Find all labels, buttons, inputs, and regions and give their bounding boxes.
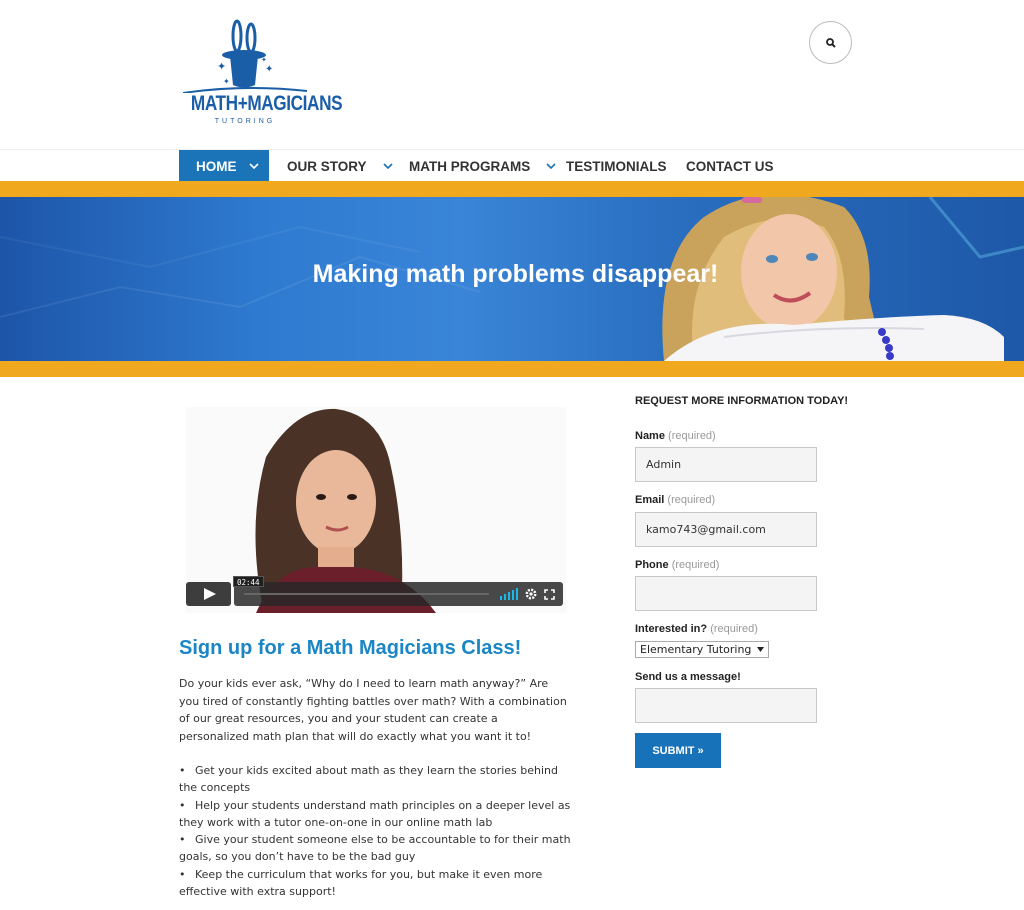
article-title: Sign up for a Math Magicians Class! — [179, 637, 522, 659]
nav-item-contact-us[interactable]: CONTACT US — [686, 150, 774, 182]
list-item-text: Help your students understand math princ… — [179, 798, 571, 829]
dropdown-arrow-icon — [757, 647, 764, 652]
play-button[interactable] — [186, 582, 231, 606]
list-item: • Get your kids excited about math as the… — [179, 764, 559, 795]
required-text: (required) — [668, 430, 716, 442]
nav-item-math-programs[interactable]: MATH PROGRAMS — [409, 150, 556, 182]
phone-field[interactable] — [635, 576, 817, 611]
benefits-list: • Get your kids excited about math as the… — [179, 762, 571, 900]
form-title: REQUEST MORE INFORMATION TODAY! — [635, 395, 849, 407]
svg-text:✦: ✦ — [261, 56, 267, 64]
nav-item-testimonials[interactable]: TESTIMONIALS — [566, 150, 667, 182]
interest-label: Interested in? (required) — [635, 623, 758, 635]
list-item-text: Get your kids excited about math as they… — [179, 764, 559, 795]
search-icon — [825, 37, 836, 48]
interest-label-text: Interested in? — [635, 623, 708, 635]
settings-gear-icon[interactable] — [525, 588, 537, 600]
logo-subtext: TUTORING — [214, 118, 276, 125]
article-paragraph: Do your kids ever ask, “Why do I need to… — [179, 677, 567, 743]
required-text: (required) — [710, 623, 758, 635]
search-button[interactable] — [809, 21, 852, 64]
play-icon — [204, 588, 216, 600]
email-label-text: Email — [635, 494, 665, 506]
nav-item-label: OUR STORY — [287, 158, 367, 174]
chevron-down-icon — [546, 163, 556, 169]
list-item-text: Give your student someone else to be acc… — [179, 833, 571, 864]
nav-item-label: HOME — [196, 158, 237, 174]
fullscreen-icon[interactable] — [544, 589, 555, 600]
required-text: (required) — [671, 559, 720, 571]
nav-item-home[interactable]: HOME — [179, 150, 269, 182]
chevron-down-icon — [248, 163, 259, 169]
list-item: • Help your students understand math prin… — [179, 798, 571, 829]
banner-title: Making math problems disappear! — [312, 260, 719, 288]
interest-selected-value: Elementary Tutoring — [640, 643, 752, 656]
video-time: 02:44 — [233, 576, 264, 587]
nav-item-label: TESTIMONIALS — [566, 158, 667, 174]
svg-text:✦: ✦ — [265, 64, 273, 75]
video-controls: 02:44 — [186, 576, 563, 606]
submit-button[interactable]: SUBMIT » — [635, 733, 721, 768]
chevron-down-icon — [382, 163, 393, 169]
list-item-text: Keep the curriculum that works for you, … — [179, 867, 543, 899]
site-logo[interactable]: ✦ ✦ ✦ ✦ MATH+MAGICIANS TUTORING — [179, 18, 343, 130]
logo-text: MATH+MAGICIANS — [190, 92, 343, 115]
phone-label-text: Phone — [635, 559, 669, 571]
name-label: Name (required) — [635, 430, 716, 442]
required-text: (required) — [667, 494, 716, 506]
svg-text:✦: ✦ — [223, 77, 230, 86]
phone-label: Phone (required) — [635, 559, 719, 571]
message-label: Send us a message! — [635, 671, 741, 683]
nav-item-label: MATH PROGRAMS — [409, 158, 531, 174]
name-label-text: Name — [635, 430, 665, 442]
hero-banner: Making math problems disappear! — [0, 197, 1024, 361]
progress-bar[interactable] — [234, 582, 563, 606]
svg-text:✦: ✦ — [217, 60, 226, 73]
magic-hat-icon: ✦ ✦ ✦ ✦ — [182, 19, 308, 93]
nav-item-our-story[interactable]: OUR STORY — [287, 150, 393, 182]
list-item: • Give your student someone else to be ac… — [179, 833, 571, 864]
interest-select[interactable]: Elementary Tutoring — [635, 641, 769, 658]
volume-icon[interactable] — [500, 588, 518, 600]
message-field[interactable] — [635, 688, 817, 723]
banner-stripe-bottom — [0, 361, 1024, 377]
site-header: ✦ ✦ ✦ ✦ MATH+MAGICIANS TUTORING — [0, 0, 1024, 149]
nav-item-label: CONTACT US — [686, 158, 774, 174]
email-label: Email (required) — [635, 494, 715, 506]
main-nav: HOME OUR STORY MATH PROGRAMS TESTIMONIAL… — [0, 149, 1024, 182]
name-field[interactable]: Admin — [635, 447, 817, 482]
list-item: • Keep the curriculum that works for you,… — [179, 867, 543, 899]
banner-stripe-top — [0, 181, 1024, 197]
email-field[interactable]: kamo743@gmail.com — [635, 512, 817, 547]
